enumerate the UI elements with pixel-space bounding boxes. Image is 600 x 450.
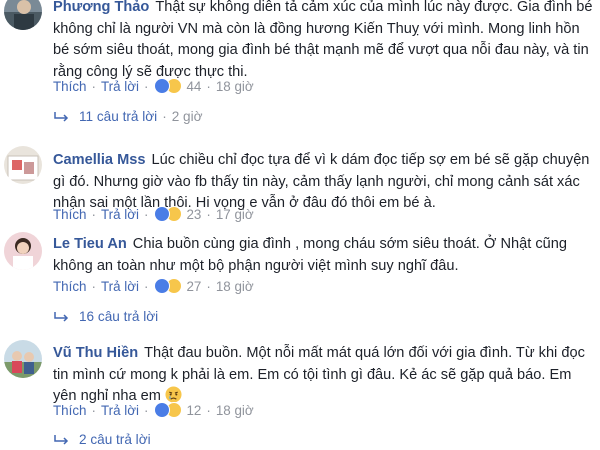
reactions[interactable] <box>154 278 183 294</box>
commenter-name[interactable]: Camellia Mss <box>53 152 145 168</box>
comment-actions: Thích · Trả lời · 12 · 18 giờ <box>53 402 254 418</box>
avatar[interactable] <box>4 340 42 378</box>
avatar[interactable] <box>4 0 42 30</box>
reply-link[interactable]: Trả lời <box>101 207 139 222</box>
reaction-count: 44 <box>186 78 202 94</box>
replies-count[interactable]: 2 câu trả lời <box>79 432 151 447</box>
replies-count[interactable]: 11 câu trả lời <box>79 109 157 124</box>
view-replies[interactable]: 16 câu trả lời <box>53 309 158 324</box>
comment-actions: Thích · Trả lời · 44 · 18 giờ <box>53 78 254 94</box>
reply-link[interactable]: Trả lời <box>101 79 139 94</box>
replies-count[interactable]: 16 câu trả lời <box>79 309 158 324</box>
like-link[interactable]: Thích <box>53 403 87 418</box>
reaction-count: 27 <box>186 278 202 294</box>
view-replies[interactable]: 2 câu trả lời <box>53 432 151 447</box>
like-link[interactable]: Thích <box>53 207 87 222</box>
reply-link[interactable]: Trả lời <box>101 403 139 418</box>
comment-time[interactable]: 17 giờ <box>216 207 254 222</box>
reactions[interactable] <box>154 402 183 418</box>
commenter-name[interactable]: Vũ Thu Hiền <box>53 345 138 361</box>
reply-arrow-icon <box>54 311 69 322</box>
reply-arrow-icon <box>54 434 69 445</box>
reply-link[interactable]: Trả lời <box>101 279 139 294</box>
comment-time[interactable]: 18 giờ <box>216 79 254 94</box>
avatar[interactable] <box>4 146 42 184</box>
replies-time: 2 giờ <box>171 109 203 124</box>
reaction-count: 12 <box>186 402 202 418</box>
crying-face-emoji-icon <box>165 386 182 403</box>
comment-actions: Thích · Trả lời · 23 · 17 giờ <box>53 206 254 222</box>
like-link[interactable]: Thích <box>53 279 87 294</box>
commenter-name[interactable]: Phương Thảo <box>53 0 149 15</box>
commenter-name[interactable]: Le Tieu An <box>53 236 127 252</box>
reply-arrow-icon <box>54 111 69 122</box>
comment-actions: Thích · Trả lời · 27 · 18 giờ <box>53 278 254 294</box>
reactions[interactable] <box>154 206 183 222</box>
like-link[interactable]: Thích <box>53 79 87 94</box>
reactions[interactable] <box>154 78 183 94</box>
comment-time[interactable]: 18 giờ <box>216 403 254 418</box>
avatar[interactable] <box>4 232 42 270</box>
comment-time[interactable]: 18 giờ <box>216 279 254 294</box>
view-replies[interactable]: 11 câu trả lời · 2 giờ <box>53 109 203 124</box>
comment-text: Chia buồn cùng gia đình , mong cháu sớm … <box>53 236 568 274</box>
reaction-count: 23 <box>186 206 202 222</box>
